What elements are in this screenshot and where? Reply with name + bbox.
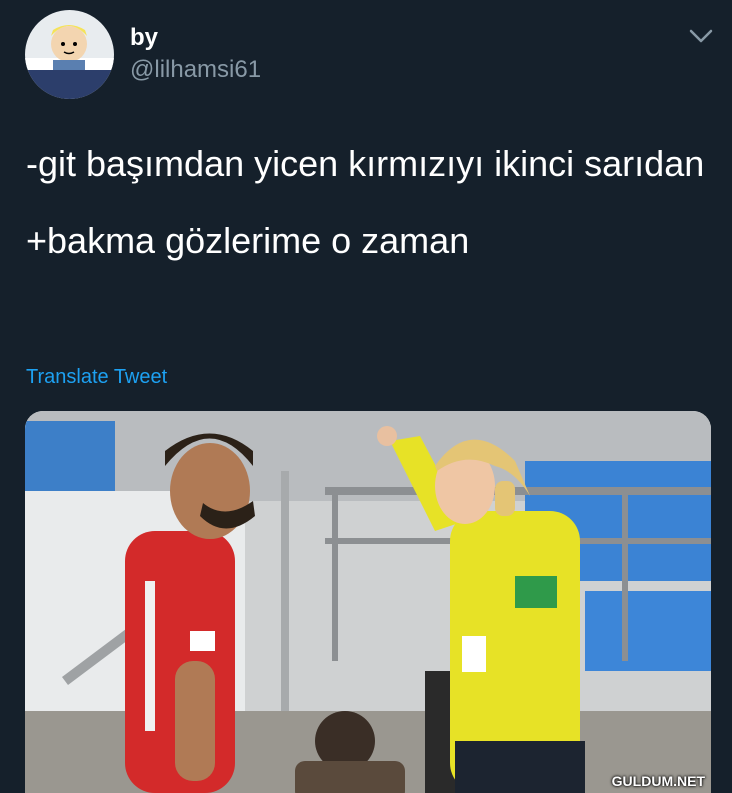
tweet-media[interactable]: GULDUM.NET [25,411,711,793]
watermark: GULDUM.NET [611,773,705,789]
tweet-line-2: +bakma gözlerime o zaman [26,220,470,261]
user-handle[interactable]: @lilhamsi61 [130,56,261,84]
avatar[interactable] [25,10,114,99]
tweet-text: -git başımdan yicen kırmızıyı ikinci sar… [26,136,706,268]
tweet-line-1: -git başımdan yicen kırmızıyı ikinci sar… [26,143,705,184]
display-name[interactable]: by [130,24,158,52]
football-photo [25,411,711,793]
avatar-image [25,10,114,99]
chevron-down-icon[interactable] [688,26,714,46]
translate-tweet-link[interactable]: Translate Tweet [26,366,167,389]
